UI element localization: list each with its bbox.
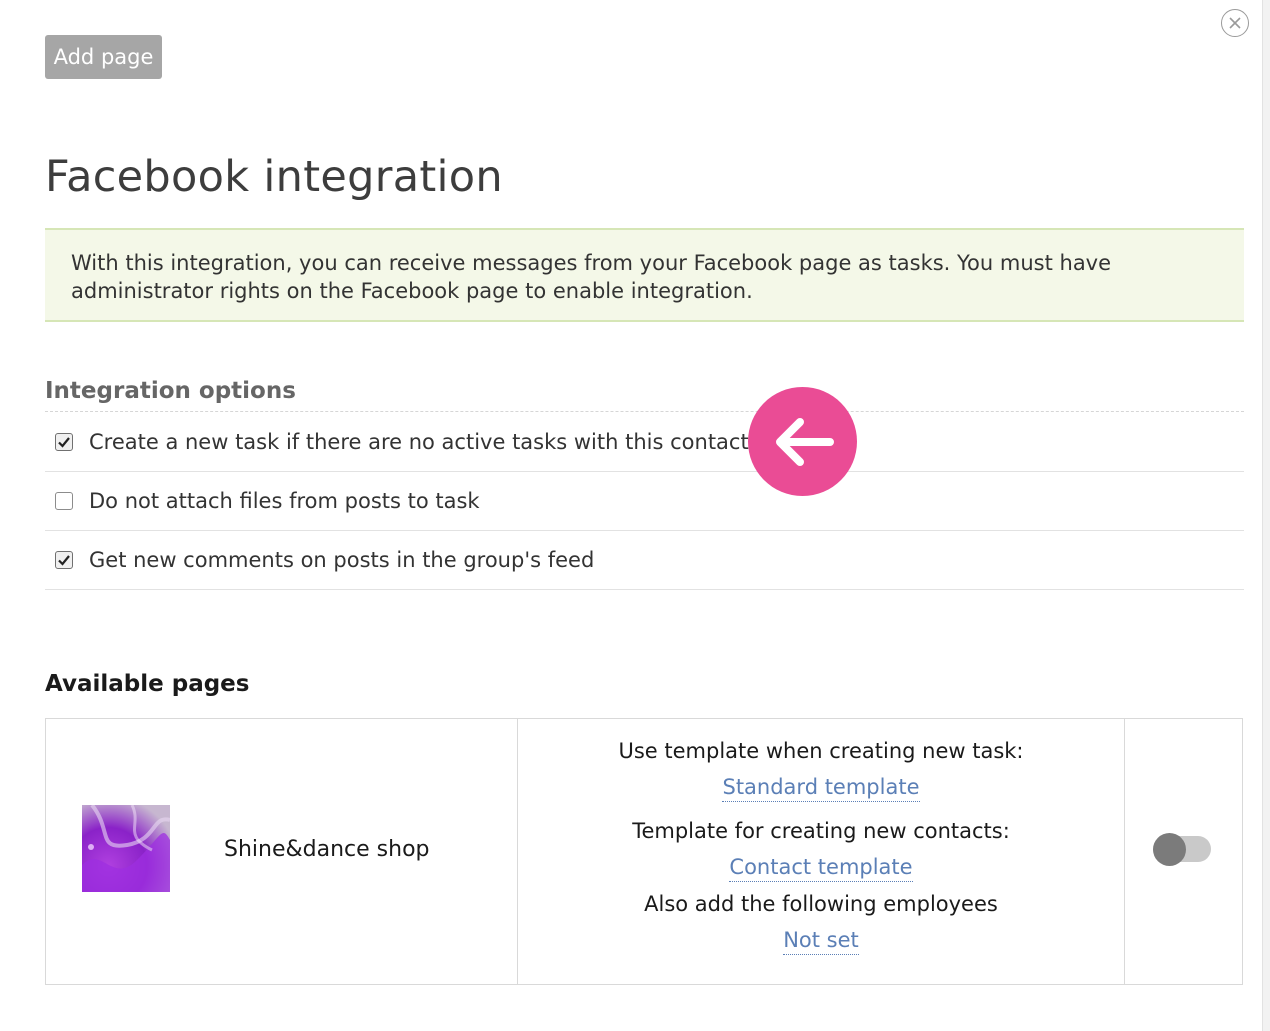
page-avatar [82, 805, 170, 892]
option-row-get-comments[interactable]: Get new comments on posts in the group's… [45, 531, 1244, 590]
checkbox-no-attach-files[interactable] [55, 492, 73, 510]
toggle-knob [1153, 833, 1186, 866]
close-icon [1229, 17, 1241, 29]
employees-label: Also add the following employees [644, 892, 998, 916]
pages-table: Shine&dance shop Use template when creat… [45, 718, 1243, 985]
page-enable-toggle[interactable] [1153, 833, 1211, 866]
page-name: Shine&dance shop [224, 837, 430, 862]
option-label-get-comments: Get new comments on posts in the group's… [89, 548, 595, 572]
page-avatar-image [82, 805, 170, 892]
info-message: With this integration, you can receive m… [45, 228, 1244, 322]
page-toggle-cell [1125, 719, 1242, 984]
checkmark-icon [58, 437, 70, 448]
page-settings-cell: Use template when creating new task: Sta… [518, 719, 1125, 984]
page-info-cell: Shine&dance shop [46, 719, 518, 984]
checkmark-icon [58, 555, 70, 566]
option-row-no-attach-files[interactable]: Do not attach files from posts to task [45, 472, 1244, 531]
contact-template-label: Template for creating new contacts: [632, 819, 1010, 843]
available-pages-heading: Available pages [45, 671, 250, 697]
section-divider [45, 411, 1244, 412]
option-label-no-attach-files: Do not attach files from posts to task [89, 489, 480, 513]
checkbox-create-task[interactable] [55, 433, 73, 451]
task-template-label: Use template when creating new task: [618, 739, 1024, 763]
arrow-left-icon [775, 417, 834, 466]
info-message-text: With this integration, you can receive m… [71, 251, 1112, 303]
option-row-create-task[interactable]: Create a new task if there are no active… [45, 413, 1244, 472]
checkbox-get-comments[interactable] [55, 551, 73, 569]
integration-options-heading: Integration options [45, 378, 296, 404]
option-label-create-task: Create a new task if there are no active… [89, 430, 749, 454]
pointer-arrow-badge [748, 387, 857, 496]
close-button[interactable] [1221, 9, 1249, 37]
task-template-link[interactable]: Standard template [722, 773, 920, 802]
add-page-button[interactable]: Add page [45, 35, 162, 79]
contact-template-link[interactable]: Contact template [729, 853, 913, 882]
panel-scroll-edge [1262, 0, 1270, 1031]
page-title: Facebook integration [45, 152, 503, 202]
employees-link[interactable]: Not set [783, 926, 859, 955]
